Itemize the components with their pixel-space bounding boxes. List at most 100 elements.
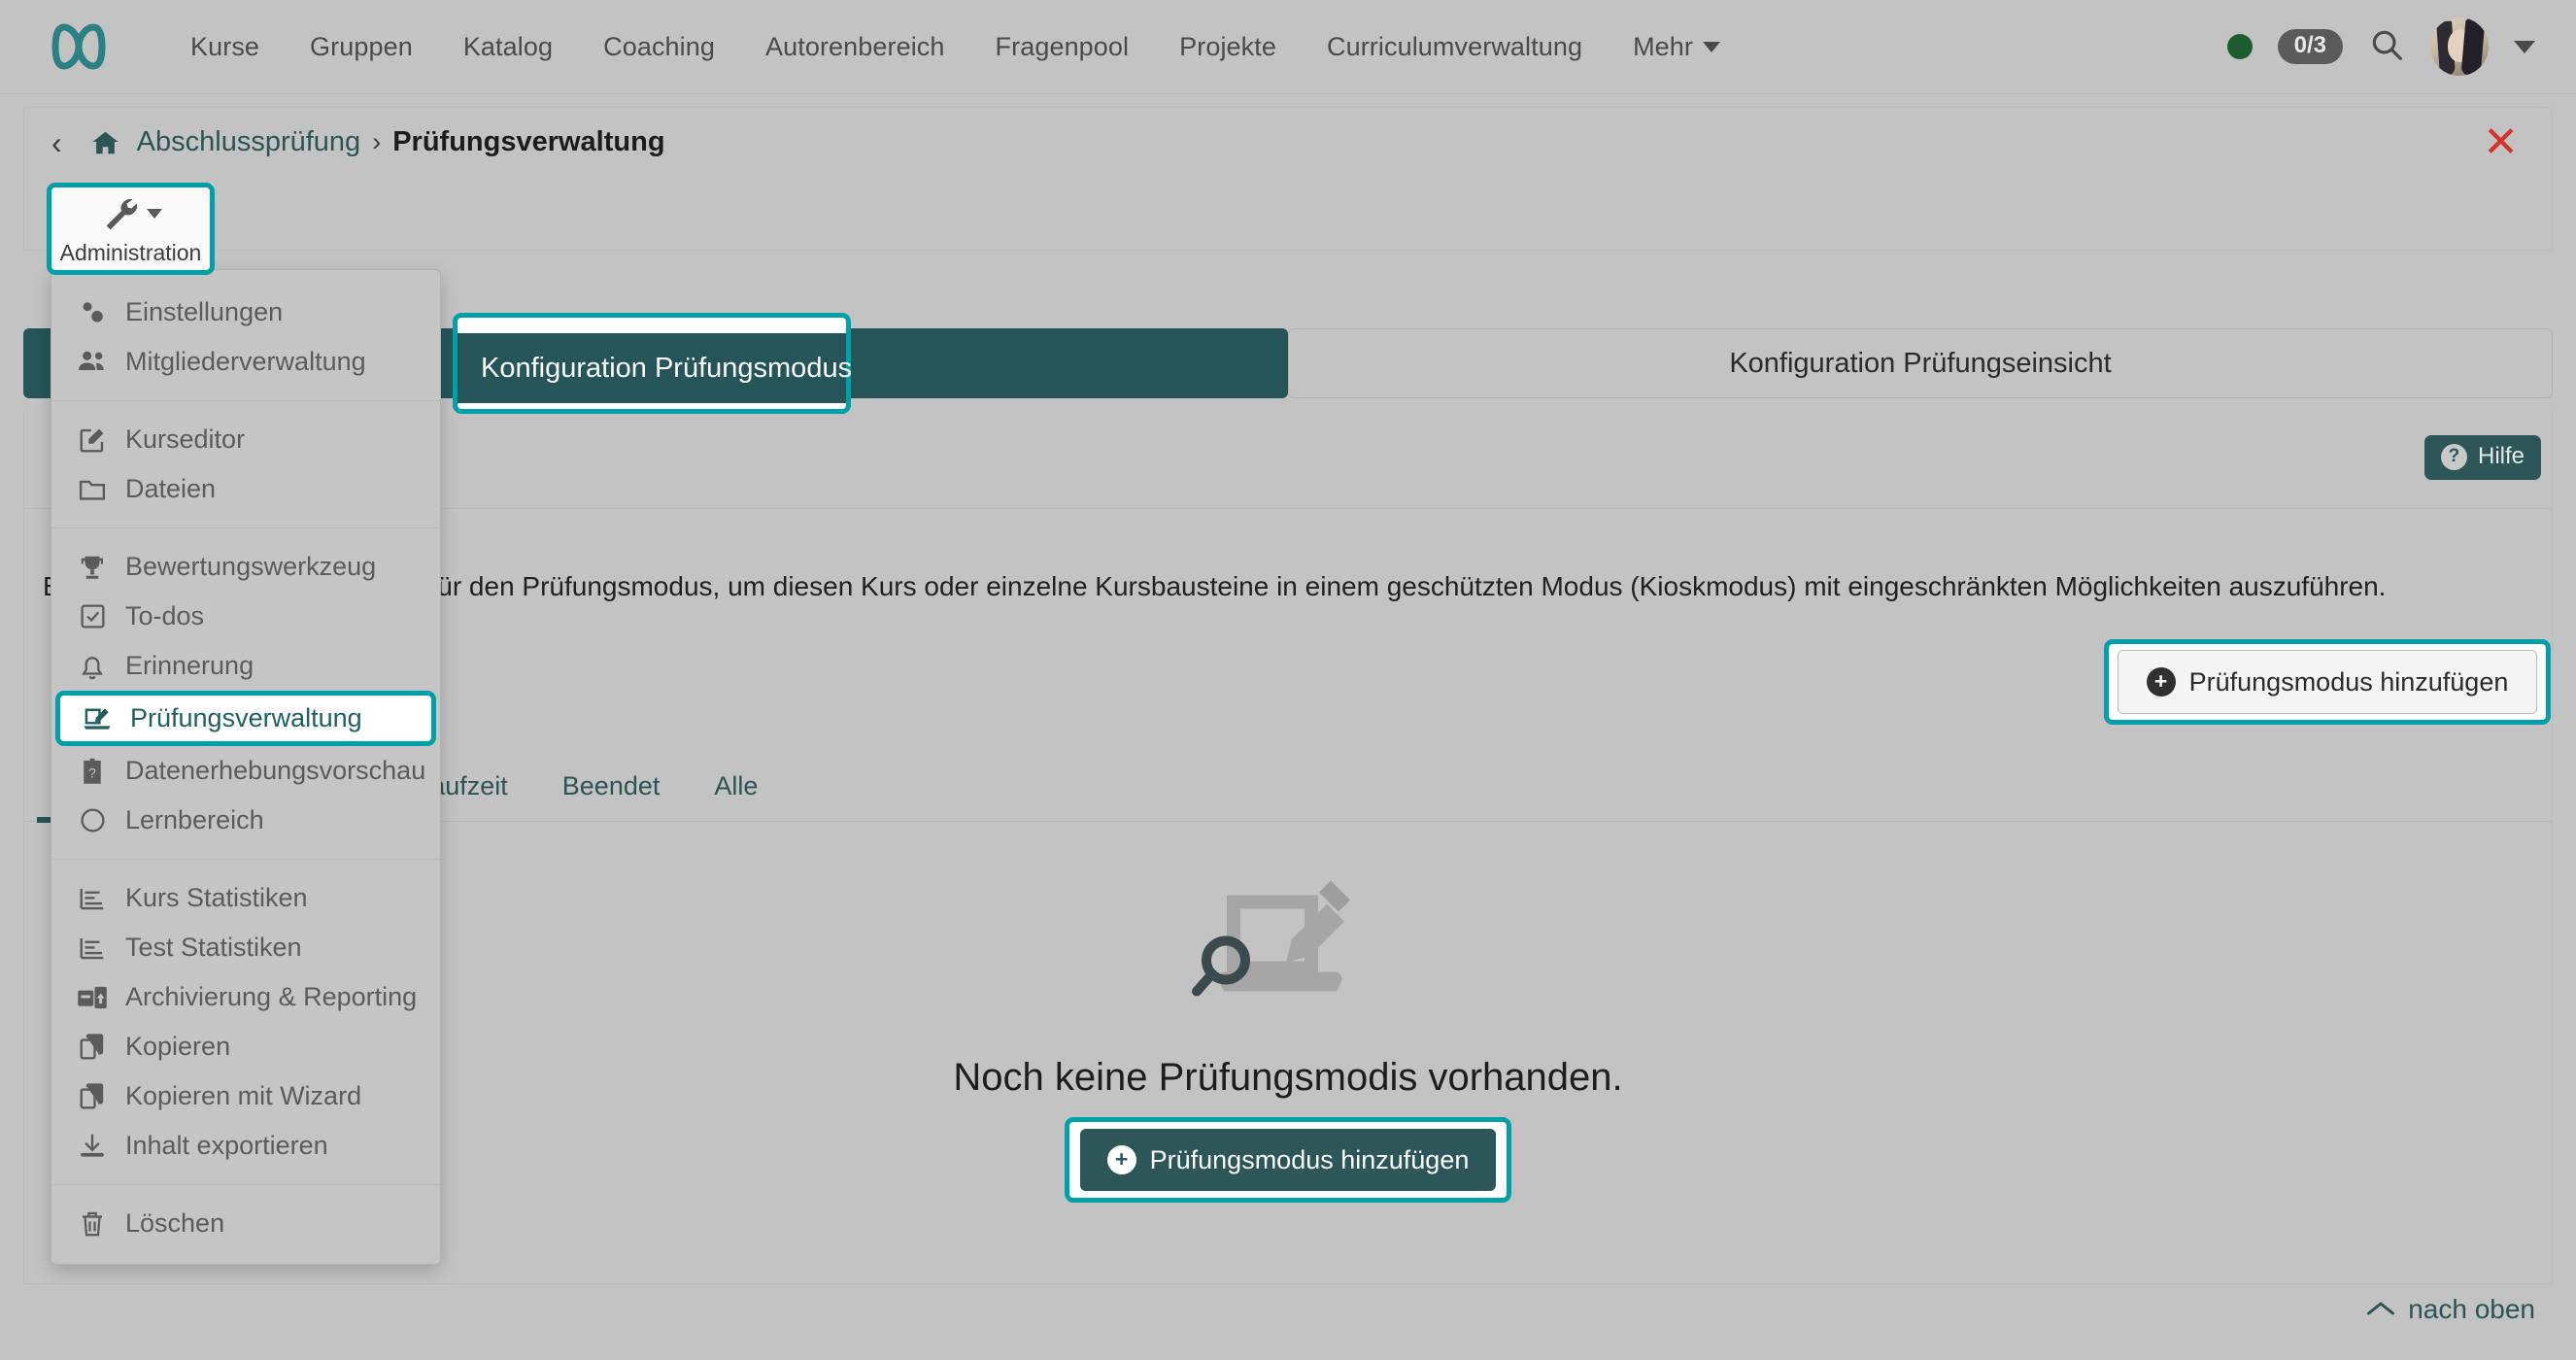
download-icon	[77, 1132, 108, 1161]
pencil-square-icon	[77, 425, 108, 455]
menu-item-kurs-statistiken-label: Kurs Statistiken	[125, 883, 308, 913]
user-menu-chevron-down-icon[interactable]	[2514, 41, 2535, 53]
avatar[interactable]	[2430, 17, 2489, 76]
breadcrumb-separator: ›	[372, 127, 381, 157]
menu-item-inhalt-exportieren-label: Inhalt exportieren	[125, 1131, 328, 1161]
tab-konfiguration-pruefungseinsicht-label: Konfiguration Prüfungseinsicht	[1729, 348, 2111, 380]
copy-icon	[77, 1082, 108, 1111]
menu-item-kurseditor[interactable]: Kurseditor	[51, 415, 440, 464]
menu-item-datenerhebungsvorschau[interactable]: ? Datenerhebungsvorschau	[51, 746, 440, 796]
menu-item-to-dos-label: To-dos	[125, 601, 204, 631]
menu-item-test-statistiken-label: Test Statistiken	[125, 933, 302, 963]
breadcrumb: ‹ Abschlussprüfung › Prüfungsverwaltung …	[23, 107, 2553, 177]
nav-item-katalog[interactable]: Katalog	[438, 32, 578, 62]
add-pruefungsmodus-bottom-button[interactable]: + Prüfungsmodus hinzufügen	[1080, 1129, 1496, 1191]
back-to-top-link[interactable]: nach oben	[2366, 1294, 2535, 1325]
tab-konfiguration-pruefungsmodus-label: Konfiguration Prüfungsmodus	[470, 348, 841, 380]
filter-alle[interactable]: Alle	[687, 764, 785, 809]
wrench-icon	[100, 192, 139, 236]
menu-item-kurseditor-label: Kurseditor	[125, 425, 245, 455]
plus-circle-icon: +	[1107, 1145, 1136, 1174]
menu-item-kopieren-mit-wizard[interactable]: Kopieren mit Wizard	[51, 1071, 440, 1121]
folder-icon	[77, 476, 108, 503]
add-pruefungsmodus-top-label: Prüfungsmodus hinzufügen	[2189, 667, 2509, 697]
menu-divider	[51, 859, 440, 860]
circle-icon	[77, 806, 108, 834]
menu-item-kopieren-mit-wizard-label: Kopieren mit Wizard	[125, 1081, 361, 1111]
exam-search-icon	[1191, 874, 1385, 1035]
infinity-logo[interactable]	[37, 19, 124, 74]
menu-item-loeschen[interactable]: Löschen	[51, 1199, 440, 1248]
checkbox-icon	[77, 602, 108, 630]
home-icon[interactable]	[89, 128, 121, 157]
nav-item-curriculumverwaltung[interactable]: Curriculumverwaltung	[1302, 32, 1608, 62]
chevron-up-icon	[2366, 1294, 2395, 1325]
archive-upload-icon	[77, 984, 108, 1011]
menu-item-archivierung-reporting-label: Archivierung & Reporting	[125, 982, 417, 1012]
nav-item-autorenbereich[interactable]: Autorenbereich	[740, 32, 970, 62]
add-pruefungsmodus-top-highlight: + Prüfungsmodus hinzufügen	[2104, 639, 2551, 725]
question-circle-icon: ?	[2441, 444, 2467, 470]
menu-item-bewertungswerkzeug-label: Bewertungswerkzeug	[125, 552, 376, 582]
nav-item-kurse[interactable]: Kurse	[165, 32, 285, 62]
menu-item-pruefungsverwaltung[interactable]: Prüfungsverwaltung	[55, 691, 436, 746]
menu-divider	[51, 527, 440, 528]
menu-item-mitgliederverwaltung[interactable]: Mitgliederverwaltung	[51, 337, 440, 387]
menu-divider	[51, 400, 440, 401]
nav-links: Kurse Gruppen Katalog Coaching Autorenbe…	[165, 32, 1746, 62]
back-chevron-left-icon[interactable]: ‹	[51, 127, 62, 158]
notification-badge[interactable]: 0/3	[2278, 29, 2343, 64]
nav-item-coaching[interactable]: Coaching	[578, 32, 740, 62]
nav-item-mehr[interactable]: Mehr	[1608, 32, 1746, 62]
back-to-top-label: nach oben	[2408, 1294, 2535, 1325]
exam-laptop-icon	[82, 705, 113, 732]
nav-item-fragenpool[interactable]: Fragenpool	[970, 32, 1155, 62]
menu-item-dateien[interactable]: Dateien	[51, 464, 440, 514]
trash-icon	[77, 1209, 108, 1239]
nav-item-projekte[interactable]: Projekte	[1154, 32, 1302, 62]
top-navigation-bar: Kurse Gruppen Katalog Coaching Autorenbe…	[0, 0, 2576, 94]
tab-konfiguration-pruefungseinsicht[interactable]: Konfiguration Prüfungseinsicht	[1288, 328, 2553, 398]
clipboard-question-icon: ?	[77, 757, 108, 786]
menu-item-loeschen-label: Löschen	[125, 1208, 224, 1239]
toolbar-row	[23, 177, 2553, 251]
menu-item-kopieren[interactable]: Kopieren	[51, 1022, 440, 1071]
add-pruefungsmodus-bottom-highlight: + Prüfungsmodus hinzufügen	[1065, 1117, 1511, 1203]
topbar-right-cluster: 0/3	[2227, 17, 2535, 76]
empty-state-message: Noch keine Prüfungsmodis vorhanden.	[953, 1056, 1622, 1100]
menu-item-dateien-label: Dateien	[125, 474, 216, 504]
close-icon[interactable]: ✕	[2483, 121, 2519, 164]
search-icon[interactable]	[2368, 26, 2405, 68]
administration-button[interactable]: Administration	[47, 183, 215, 275]
menu-item-to-dos[interactable]: To-dos	[51, 592, 440, 641]
menu-item-erinnerung[interactable]: Erinnerung	[51, 641, 440, 691]
copy-icon	[77, 1033, 108, 1062]
menu-item-lernbereich[interactable]: Lernbereich	[51, 796, 440, 845]
menu-item-kopieren-label: Kopieren	[125, 1032, 230, 1062]
help-button-label: Hilfe	[2478, 443, 2525, 470]
add-pruefungsmodus-top-button[interactable]: + Prüfungsmodus hinzufügen	[2118, 650, 2537, 714]
menu-item-lernbereich-label: Lernbereich	[125, 805, 264, 835]
menu-item-erinnerung-label: Erinnerung	[125, 651, 254, 681]
menu-item-bewertungswerkzeug[interactable]: Bewertungswerkzeug	[51, 542, 440, 592]
chevron-down-icon	[1703, 42, 1720, 52]
administration-button-label: Administration	[60, 240, 202, 266]
filter-beendet[interactable]: Beendet	[535, 764, 688, 809]
nav-item-gruppen[interactable]: Gruppen	[285, 32, 438, 62]
menu-item-einstellungen[interactable]: Einstellungen	[51, 288, 440, 337]
gears-icon	[77, 298, 108, 327]
add-pruefungsmodus-bottom-label: Prüfungsmodus hinzufügen	[1150, 1145, 1470, 1175]
menu-item-mitgliederverwaltung-label: Mitgliederverwaltung	[125, 347, 366, 377]
plus-circle-icon: +	[2147, 667, 2176, 697]
trophy-icon	[77, 553, 108, 582]
breadcrumb-course-link[interactable]: Abschlussprüfung	[137, 126, 361, 158]
users-icon	[77, 348, 108, 377]
bar-chart-icon	[77, 935, 108, 962]
chevron-down-icon	[147, 209, 162, 219]
menu-item-archivierung-reporting[interactable]: Archivierung & Reporting	[51, 972, 440, 1022]
menu-item-inhalt-exportieren[interactable]: Inhalt exportieren	[51, 1121, 440, 1171]
menu-item-test-statistiken[interactable]: Test Statistiken	[51, 923, 440, 972]
menu-item-kurs-statistiken[interactable]: Kurs Statistiken	[51, 873, 440, 923]
help-button[interactable]: ? Hilfe	[2424, 435, 2541, 480]
nav-item-mehr-label: Mehr	[1633, 32, 1693, 62]
